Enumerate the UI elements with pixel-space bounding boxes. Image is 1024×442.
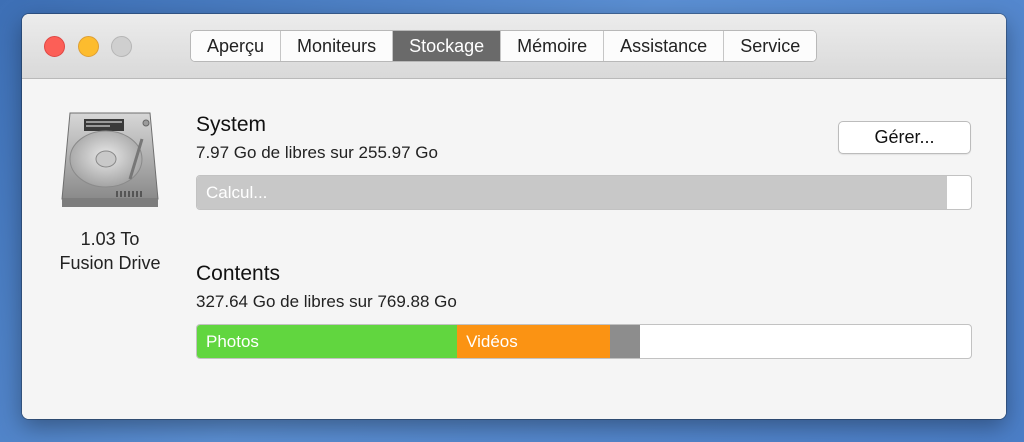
volume-free-space: 327.64 Go de libres sur 769.88 Go	[196, 292, 457, 311]
segment-videos[interactable]: Vidéos	[457, 325, 610, 358]
disk-size: 1.03 To	[80, 229, 140, 249]
segment-photos[interactable]: Photos	[197, 325, 458, 358]
zoom-button[interactable]	[111, 36, 132, 57]
storage-bar-system: Calcul...	[196, 175, 972, 210]
tab-apercu[interactable]: Aperçu	[191, 31, 282, 61]
close-button[interactable]	[44, 36, 65, 57]
tab-stockage[interactable]: Stockage	[393, 31, 502, 61]
tab-assistance[interactable]: Assistance	[604, 31, 725, 61]
segment-other[interactable]	[609, 325, 641, 358]
disk-name: Fusion Drive	[59, 253, 161, 273]
volume-title: System	[196, 113, 267, 136]
storage-bar-contents: Photos Vidéos	[196, 324, 972, 359]
tab-bar: Aperçu Moniteurs Stockage Mémoire Assist…	[190, 30, 818, 62]
tab-moniteurs[interactable]: Moniteurs	[281, 31, 394, 61]
storage-pane: 1.03 To Fusion Drive System 7.97 Go de l…	[22, 79, 1006, 419]
volume-free-space: 7.97 Go de libres sur 255.97 Go	[196, 143, 438, 162]
manage-button[interactable]: Gérer...	[838, 121, 971, 154]
disk-caption: 1.03 To Fusion Drive	[42, 227, 178, 275]
title-bar: Aperçu Moniteurs Stockage Mémoire Assist…	[22, 14, 1006, 79]
volume-title: Contents	[196, 262, 281, 285]
hard-drive-icon	[61, 112, 159, 207]
tab-memoire[interactable]: Mémoire	[501, 31, 605, 61]
tab-service[interactable]: Service	[724, 31, 817, 61]
about-this-mac-window: Aperçu Moniteurs Stockage Mémoire Assist…	[22, 14, 1006, 419]
calculating-segment: Calcul...	[197, 176, 947, 209]
minimize-button[interactable]	[78, 36, 99, 57]
